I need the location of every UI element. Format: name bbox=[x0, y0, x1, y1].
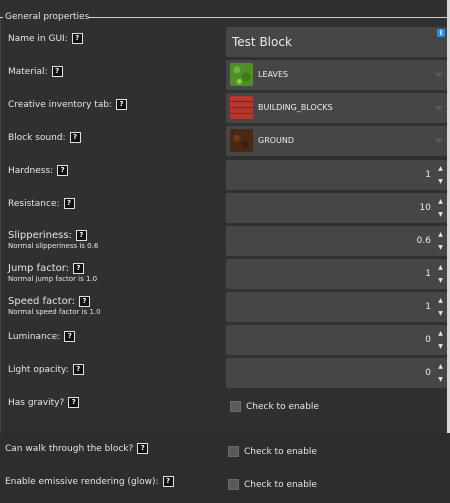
name-in-gui-label: Name in GUI:? bbox=[8, 33, 83, 44]
help-icon[interactable]: ? bbox=[75, 230, 87, 241]
slipperiness-value: 0.6 bbox=[416, 236, 431, 246]
material-value: LEAVES bbox=[258, 70, 289, 79]
help-icon[interactable]: ? bbox=[72, 364, 84, 375]
spinner-up-icon[interactable]: ▲ bbox=[436, 362, 445, 371]
material-dropdown[interactable]: LEAVES bbox=[226, 60, 447, 90]
walk-through-label: Can walk through the block?? bbox=[5, 443, 149, 454]
help-icon[interactable]: ? bbox=[162, 476, 174, 487]
creative-tab-dropdown[interactable]: BUILDING_BLOCKS bbox=[226, 93, 447, 123]
jump-factor-spinner[interactable]: 1 ▲ ▼ bbox=[226, 259, 447, 289]
spinner-down-icon[interactable]: ▼ bbox=[436, 177, 445, 186]
creative-tab-label: Creative inventory tab:? bbox=[8, 99, 128, 110]
help-icon[interactable]: ? bbox=[69, 132, 81, 143]
creative-tab-value: BUILDING_BLOCKS bbox=[258, 103, 333, 112]
help-icon[interactable]: ? bbox=[57, 165, 69, 176]
jump-factor-value: 1 bbox=[425, 269, 431, 279]
bricks-texture-icon bbox=[230, 96, 253, 119]
help-icon[interactable]: ? bbox=[116, 99, 128, 110]
checkbox-box[interactable] bbox=[230, 401, 241, 412]
help-icon[interactable]: ? bbox=[79, 296, 91, 307]
light-opacity-value: 0 bbox=[425, 368, 431, 378]
help-icon[interactable]: ? bbox=[64, 331, 76, 342]
speed-factor-label: Speed factor:? Normal speed factor is 1.… bbox=[8, 296, 101, 316]
leaves-texture-icon bbox=[230, 63, 253, 86]
help-icon[interactable]: ? bbox=[63, 198, 75, 209]
chevron-down-icon bbox=[435, 73, 443, 77]
jump-factor-label: Jump factor:? Normal jump factor is 1.0 bbox=[8, 263, 98, 283]
luminance-label: Luminance:? bbox=[8, 331, 76, 342]
luminance-spinner[interactable]: 0 ▲ ▼ bbox=[226, 325, 447, 355]
jump-factor-hint: Normal jump factor is 1.0 bbox=[8, 275, 98, 283]
resistance-spinner[interactable]: 10 ▲ ▼ bbox=[226, 193, 447, 223]
has-gravity-checkbox[interactable]: Check to enable bbox=[230, 401, 319, 412]
speed-factor-spinner[interactable]: 1 ▲ ▼ bbox=[226, 292, 447, 322]
material-label: Material:? bbox=[8, 66, 63, 77]
slipperiness-spinner[interactable]: 0.6 ▲ ▼ bbox=[226, 226, 447, 256]
spinner-up-icon[interactable]: ▲ bbox=[436, 263, 445, 272]
panel-border-left bbox=[0, 18, 1, 433]
panel-title: General properties bbox=[5, 12, 90, 22]
help-icon[interactable]: ? bbox=[71, 33, 83, 44]
chevron-down-icon bbox=[435, 139, 443, 143]
spinner-down-icon[interactable]: ▼ bbox=[436, 210, 445, 219]
info-icon[interactable]: i bbox=[437, 29, 445, 37]
luminance-value: 0 bbox=[425, 335, 431, 345]
emissive-checkbox[interactable]: Check to enable bbox=[228, 479, 317, 490]
has-gravity-label: Has gravity?? bbox=[8, 397, 80, 408]
hardness-spinner[interactable]: 1 ▲ ▼ bbox=[226, 160, 447, 190]
speed-factor-value: 1 bbox=[425, 302, 431, 312]
block-sound-dropdown[interactable]: GROUND bbox=[226, 126, 447, 156]
general-properties-panel: General properties Name in GUI:? Test Bl… bbox=[0, 0, 450, 433]
spinner-down-icon[interactable]: ▼ bbox=[436, 375, 445, 384]
help-icon[interactable]: ? bbox=[137, 443, 149, 454]
spinner-up-icon[interactable]: ▲ bbox=[436, 329, 445, 338]
spinner-up-icon[interactable]: ▲ bbox=[436, 296, 445, 305]
speed-factor-hint: Normal speed factor is 1.0 bbox=[8, 308, 101, 316]
resistance-label: Resistance:? bbox=[8, 198, 75, 209]
walk-through-checkbox[interactable]: Check to enable bbox=[228, 446, 317, 457]
chevron-down-icon bbox=[435, 106, 443, 110]
help-icon[interactable]: ? bbox=[73, 263, 85, 274]
spinner-down-icon[interactable]: ▼ bbox=[436, 342, 445, 351]
help-icon[interactable]: ? bbox=[51, 66, 63, 77]
slipperiness-label: Slipperiness:? Normal slipperiness is 0.… bbox=[8, 230, 99, 250]
spinner-up-icon[interactable]: ▲ bbox=[436, 230, 445, 239]
block-sound-label: Block sound:? bbox=[8, 132, 81, 143]
name-in-gui-input[interactable]: Test Block i bbox=[226, 27, 447, 57]
spinner-down-icon[interactable]: ▼ bbox=[436, 243, 445, 252]
hardness-label: Hardness:? bbox=[8, 165, 69, 176]
panel-border-top-right bbox=[88, 17, 447, 18]
help-icon[interactable]: ? bbox=[68, 397, 80, 408]
dirt-texture-icon bbox=[230, 129, 253, 152]
slipperiness-hint: Normal slipperiness is 0.6 bbox=[8, 242, 99, 250]
checkbox-box[interactable] bbox=[228, 479, 239, 490]
resistance-value: 10 bbox=[419, 203, 431, 213]
light-opacity-spinner[interactable]: 0 ▲ ▼ bbox=[226, 358, 447, 388]
spinner-down-icon[interactable]: ▼ bbox=[436, 309, 445, 318]
spinner-down-icon[interactable]: ▼ bbox=[436, 276, 445, 285]
spinner-up-icon[interactable]: ▲ bbox=[436, 164, 445, 173]
light-opacity-label: Light opacity:? bbox=[8, 364, 84, 375]
name-in-gui-value: Test Block bbox=[232, 35, 292, 49]
emissive-label: Enable emissive rendering (glow):? bbox=[5, 476, 174, 487]
spinner-up-icon[interactable]: ▲ bbox=[436, 197, 445, 206]
checkbox-box[interactable] bbox=[228, 446, 239, 457]
hardness-value: 1 bbox=[425, 170, 431, 180]
block-sound-value: GROUND bbox=[258, 136, 295, 145]
